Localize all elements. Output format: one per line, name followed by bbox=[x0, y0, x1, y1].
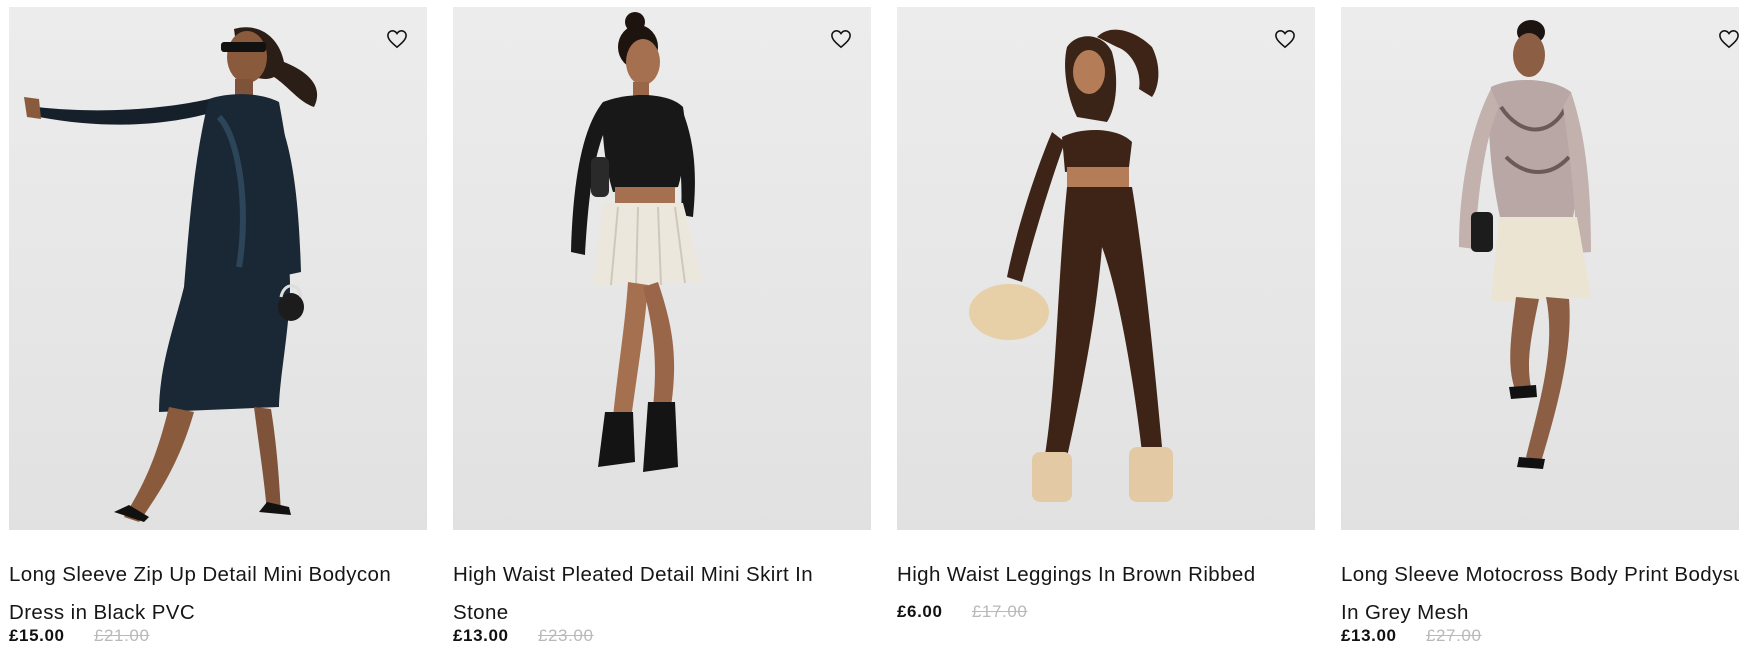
sale-price: £15.00 bbox=[9, 626, 65, 645]
heart-outline-icon bbox=[1275, 30, 1295, 49]
model-photo-stone-skirt bbox=[571, 12, 703, 472]
wishlist-button[interactable] bbox=[381, 23, 413, 55]
original-price: £17.00 bbox=[971, 602, 1028, 621]
original-price: £27.00 bbox=[1425, 626, 1482, 645]
heart-outline-icon bbox=[387, 30, 407, 49]
product-image[interactable] bbox=[453, 7, 871, 530]
model-photo-grey-mesh-bodysuit bbox=[1459, 20, 1591, 469]
heart-outline-icon bbox=[831, 30, 851, 49]
product-title[interactable]: Long Sleeve Motocross Body Print Bodysui… bbox=[1341, 556, 1739, 632]
sale-price: £13.00 bbox=[453, 626, 509, 645]
product-image[interactable] bbox=[1341, 7, 1739, 530]
product-grid: Long Sleeve Zip Up Detail Mini Bodycon D… bbox=[0, 0, 1739, 669]
wishlist-button[interactable] bbox=[1269, 23, 1301, 55]
model-photo-brown-leggings bbox=[969, 29, 1173, 502]
product-title[interactable]: High Waist Pleated Detail Mini Skirt In … bbox=[453, 556, 871, 632]
sale-price: £6.00 bbox=[897, 602, 943, 621]
price-row: £6.00 £17.00 bbox=[897, 602, 1315, 622]
price-row: £13.00 £23.00 bbox=[453, 626, 871, 646]
price-row: £13.00 £27.00 bbox=[1341, 626, 1739, 646]
original-price: £23.00 bbox=[537, 626, 594, 645]
heart-outline-icon bbox=[1719, 30, 1739, 49]
product-card[interactable]: Long Sleeve Motocross Body Print Bodysui… bbox=[1341, 7, 1739, 646]
sale-price: £13.00 bbox=[1341, 626, 1397, 645]
product-card[interactable]: Long Sleeve Zip Up Detail Mini Bodycon D… bbox=[9, 7, 427, 646]
product-card[interactable]: High Waist Leggings In Brown Ribbed £6.0… bbox=[897, 7, 1315, 622]
model-photo-black-pvc-dress bbox=[24, 27, 318, 522]
product-image[interactable] bbox=[897, 7, 1315, 530]
product-image[interactable] bbox=[9, 7, 427, 530]
product-title[interactable]: Long Sleeve Zip Up Detail Mini Bodycon D… bbox=[9, 556, 427, 632]
wishlist-button[interactable] bbox=[1713, 23, 1739, 55]
price-row: £15.00 £21.00 bbox=[9, 626, 427, 646]
original-price: £21.00 bbox=[93, 626, 150, 645]
product-title[interactable]: High Waist Leggings In Brown Ribbed bbox=[897, 556, 1315, 608]
product-card[interactable]: High Waist Pleated Detail Mini Skirt In … bbox=[453, 7, 871, 646]
wishlist-button[interactable] bbox=[825, 23, 857, 55]
